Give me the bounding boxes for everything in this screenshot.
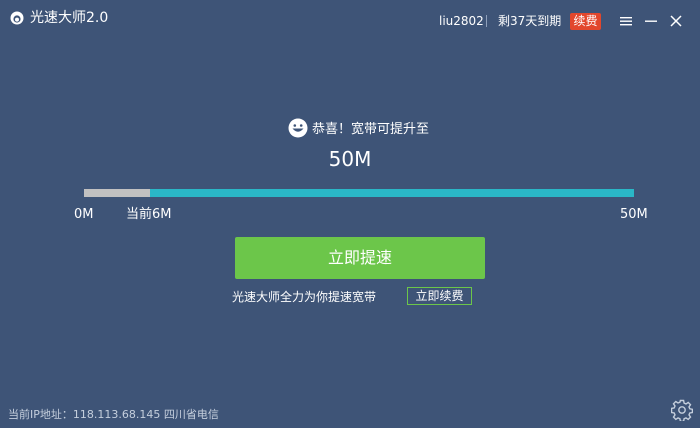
expire-status: 剩37天到期	[498, 14, 562, 28]
app-title: 光速大师2.0	[30, 10, 109, 26]
boost-now-button[interactable]: 立即提速	[235, 237, 485, 279]
app-window: 光速大师2.0 liu2802 剩37天到期 续费 恭喜！宽带可提升至 50M …	[0, 0, 700, 428]
speed-progress-bar	[84, 189, 634, 197]
app-logo-icon	[10, 11, 24, 25]
renew-now-button[interactable]: 立即续费	[407, 287, 472, 305]
menu-icon[interactable]	[619, 14, 633, 28]
tagline: 光速大师全力为你提速宽带	[232, 290, 377, 304]
current-speed-segment	[84, 189, 150, 197]
username[interactable]: liu2802	[439, 13, 484, 29]
target-speed: 50M	[328, 147, 372, 171]
scale-current-label: 当前6M	[126, 207, 172, 222]
gear-icon[interactable]	[671, 399, 693, 421]
scale-min-label: 0M	[74, 207, 94, 222]
ip-address-info: 当前IP地址：118.113.68.145 四川省电信	[8, 408, 219, 421]
smiley-icon	[288, 118, 308, 138]
close-icon[interactable]	[669, 14, 683, 28]
renew-badge-button[interactable]: 续费	[570, 13, 601, 30]
congrats-text: 恭喜！宽带可提升至	[312, 122, 430, 137]
title-bar: 光速大师2.0 liu2802 剩37天到期 续费	[0, 0, 700, 40]
scale-max-label: 50M	[620, 207, 648, 222]
divider	[486, 15, 487, 27]
minimize-icon[interactable]	[644, 14, 658, 28]
